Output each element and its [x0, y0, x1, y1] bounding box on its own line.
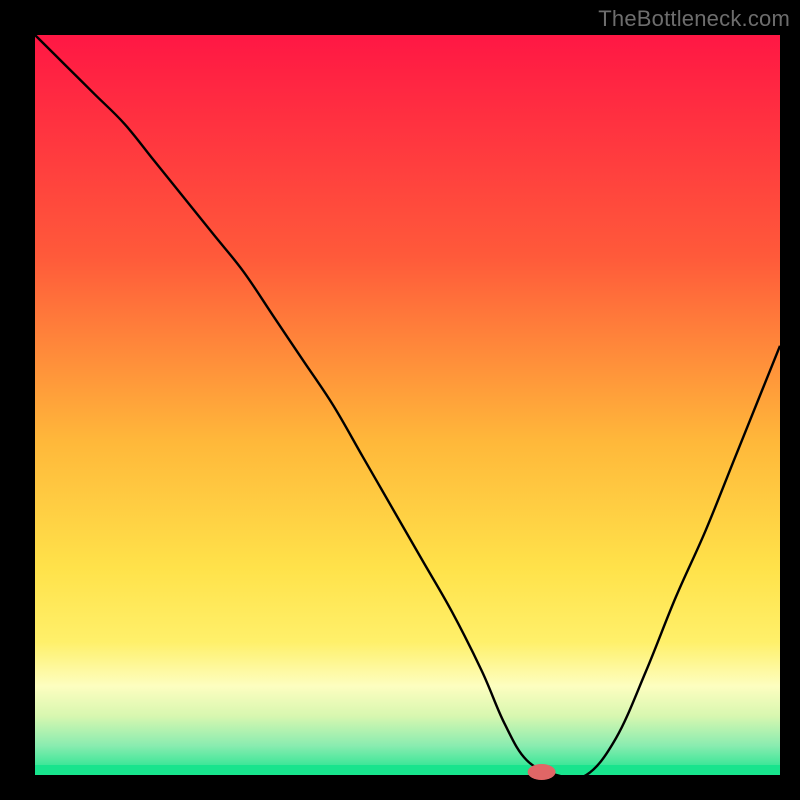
- chart-root: TheBottleneck.com: [0, 0, 800, 800]
- plot-background: [35, 35, 780, 775]
- optimal-point-marker: [528, 764, 556, 780]
- chart-svg: [0, 0, 800, 800]
- watermark-label: TheBottleneck.com: [598, 6, 790, 32]
- baseline-strip: [35, 765, 780, 775]
